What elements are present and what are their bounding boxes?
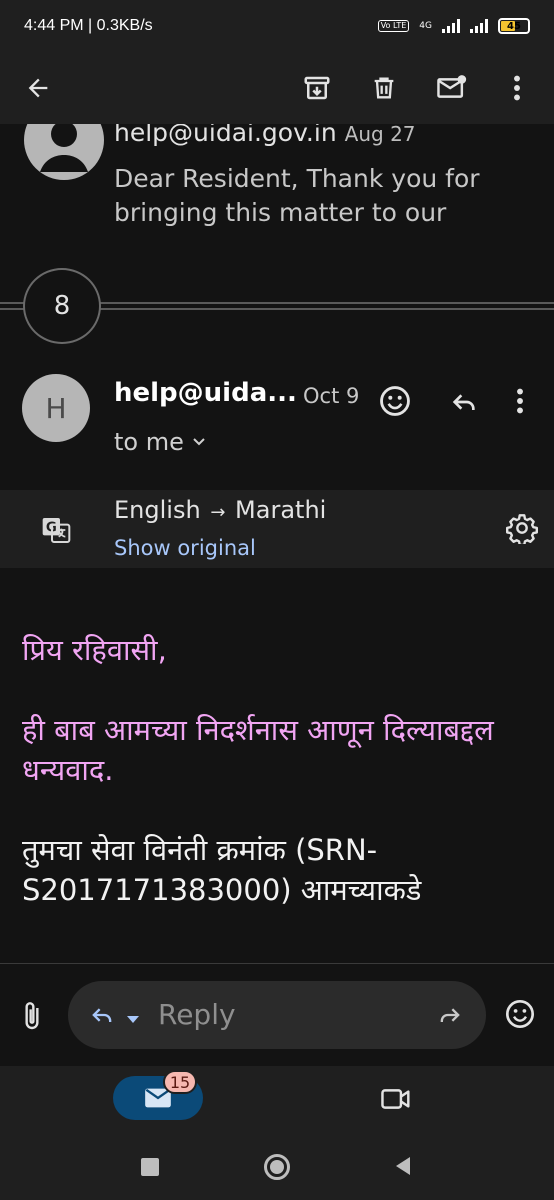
translation-languages[interactable]: English → Marathi xyxy=(114,496,326,524)
arrow-right-icon: → xyxy=(210,502,226,523)
message-more-icon[interactable] xyxy=(516,388,530,418)
reply-input[interactable]: Reply xyxy=(68,981,486,1049)
reply-label: Reply xyxy=(158,998,236,1031)
bottom-navigation: 15 xyxy=(0,1066,554,1136)
battery-icon: 45 xyxy=(498,18,530,34)
status-bar: 4:44 PM | 0.3KB/s Vo LTE 4G 45 xyxy=(0,0,554,52)
signal-icon xyxy=(442,19,460,33)
previous-sender: help@uidai.gov.in Aug 27 xyxy=(114,124,416,147)
signal-icon-2 xyxy=(470,19,488,33)
recipient-label: to me xyxy=(114,428,184,456)
sender-avatar[interactable]: H xyxy=(22,374,90,442)
status-indicators: Vo LTE 4G 45 xyxy=(377,18,530,34)
network-label: 4G xyxy=(419,21,432,31)
message-date: Oct 9 xyxy=(303,384,360,408)
body-greeting: प्रिय रहिवासी, xyxy=(22,633,167,667)
body-spacer xyxy=(22,670,532,710)
target-language: Marathi xyxy=(235,496,327,524)
back-arrow-icon[interactable] xyxy=(18,68,58,108)
status-time: 4:44 PM | 0.3KB/s xyxy=(24,17,153,34)
message-body: प्रिय रहिवासी, ही बाब आमच्या निदर्शनास आ… xyxy=(22,630,532,910)
settings-gear-icon[interactable] xyxy=(506,512,540,547)
recipient-details[interactable]: to me xyxy=(114,428,206,456)
reply-type-icon[interactable] xyxy=(88,1001,118,1029)
translation-bar: G English → Marathi Show original xyxy=(0,490,554,568)
emoji-react-icon[interactable] xyxy=(378,384,414,420)
mark-unread-icon[interactable] xyxy=(432,68,472,108)
message-header: H help@uida... Oct 9 to me xyxy=(0,360,554,480)
person-avatar-icon xyxy=(24,124,104,180)
recents-square-icon[interactable] xyxy=(141,1158,159,1176)
archive-icon[interactable] xyxy=(297,68,337,108)
translate-icon: G xyxy=(40,514,72,546)
attachment-icon[interactable] xyxy=(20,1000,46,1032)
previous-sender-email: help@uidai.gov.in xyxy=(114,124,337,147)
back-triangle-icon[interactable] xyxy=(394,1156,414,1178)
meet-video-icon[interactable] xyxy=(380,1086,414,1114)
home-circle-icon[interactable] xyxy=(264,1154,290,1180)
battery-level: 45 xyxy=(507,20,521,32)
previous-date: Aug 27 xyxy=(344,124,416,146)
sender-name[interactable]: help@uida... xyxy=(114,378,297,408)
delete-icon[interactable] xyxy=(364,68,404,108)
forward-icon[interactable] xyxy=(436,1001,466,1029)
system-navigation xyxy=(0,1136,554,1200)
previous-snippet: Dear Resident, Thank you for bringing th… xyxy=(114,164,480,227)
reply-icon[interactable] xyxy=(448,386,484,418)
chevron-down-icon xyxy=(193,438,205,446)
show-original-link[interactable]: Show original xyxy=(114,536,256,560)
emoji-icon[interactable] xyxy=(504,998,538,1032)
reply-area: Reply xyxy=(0,964,554,1066)
mail-badge: 15 xyxy=(163,1070,197,1094)
more-vert-icon[interactable] xyxy=(497,68,537,108)
top-toolbar xyxy=(0,52,554,124)
caret-down-icon[interactable] xyxy=(126,1009,140,1028)
body-spacer xyxy=(22,790,532,830)
source-language: English xyxy=(114,496,201,524)
previous-message[interactable]: help@uidai.gov.in Aug 27 Dear Resident, T… xyxy=(0,124,554,254)
body-paragraph-1: ही बाब आमच्या निदर्शनास आणून दिल्याबद्दल… xyxy=(22,713,494,787)
collapsed-messages[interactable]: 8 xyxy=(0,268,554,344)
volte-icon: Vo LTE xyxy=(377,20,410,32)
body-paragraph-2: तुमचा सेवा विनंती क्रमांक (SRN-S20171713… xyxy=(22,833,422,907)
collapsed-count[interactable]: 8 xyxy=(23,268,101,344)
